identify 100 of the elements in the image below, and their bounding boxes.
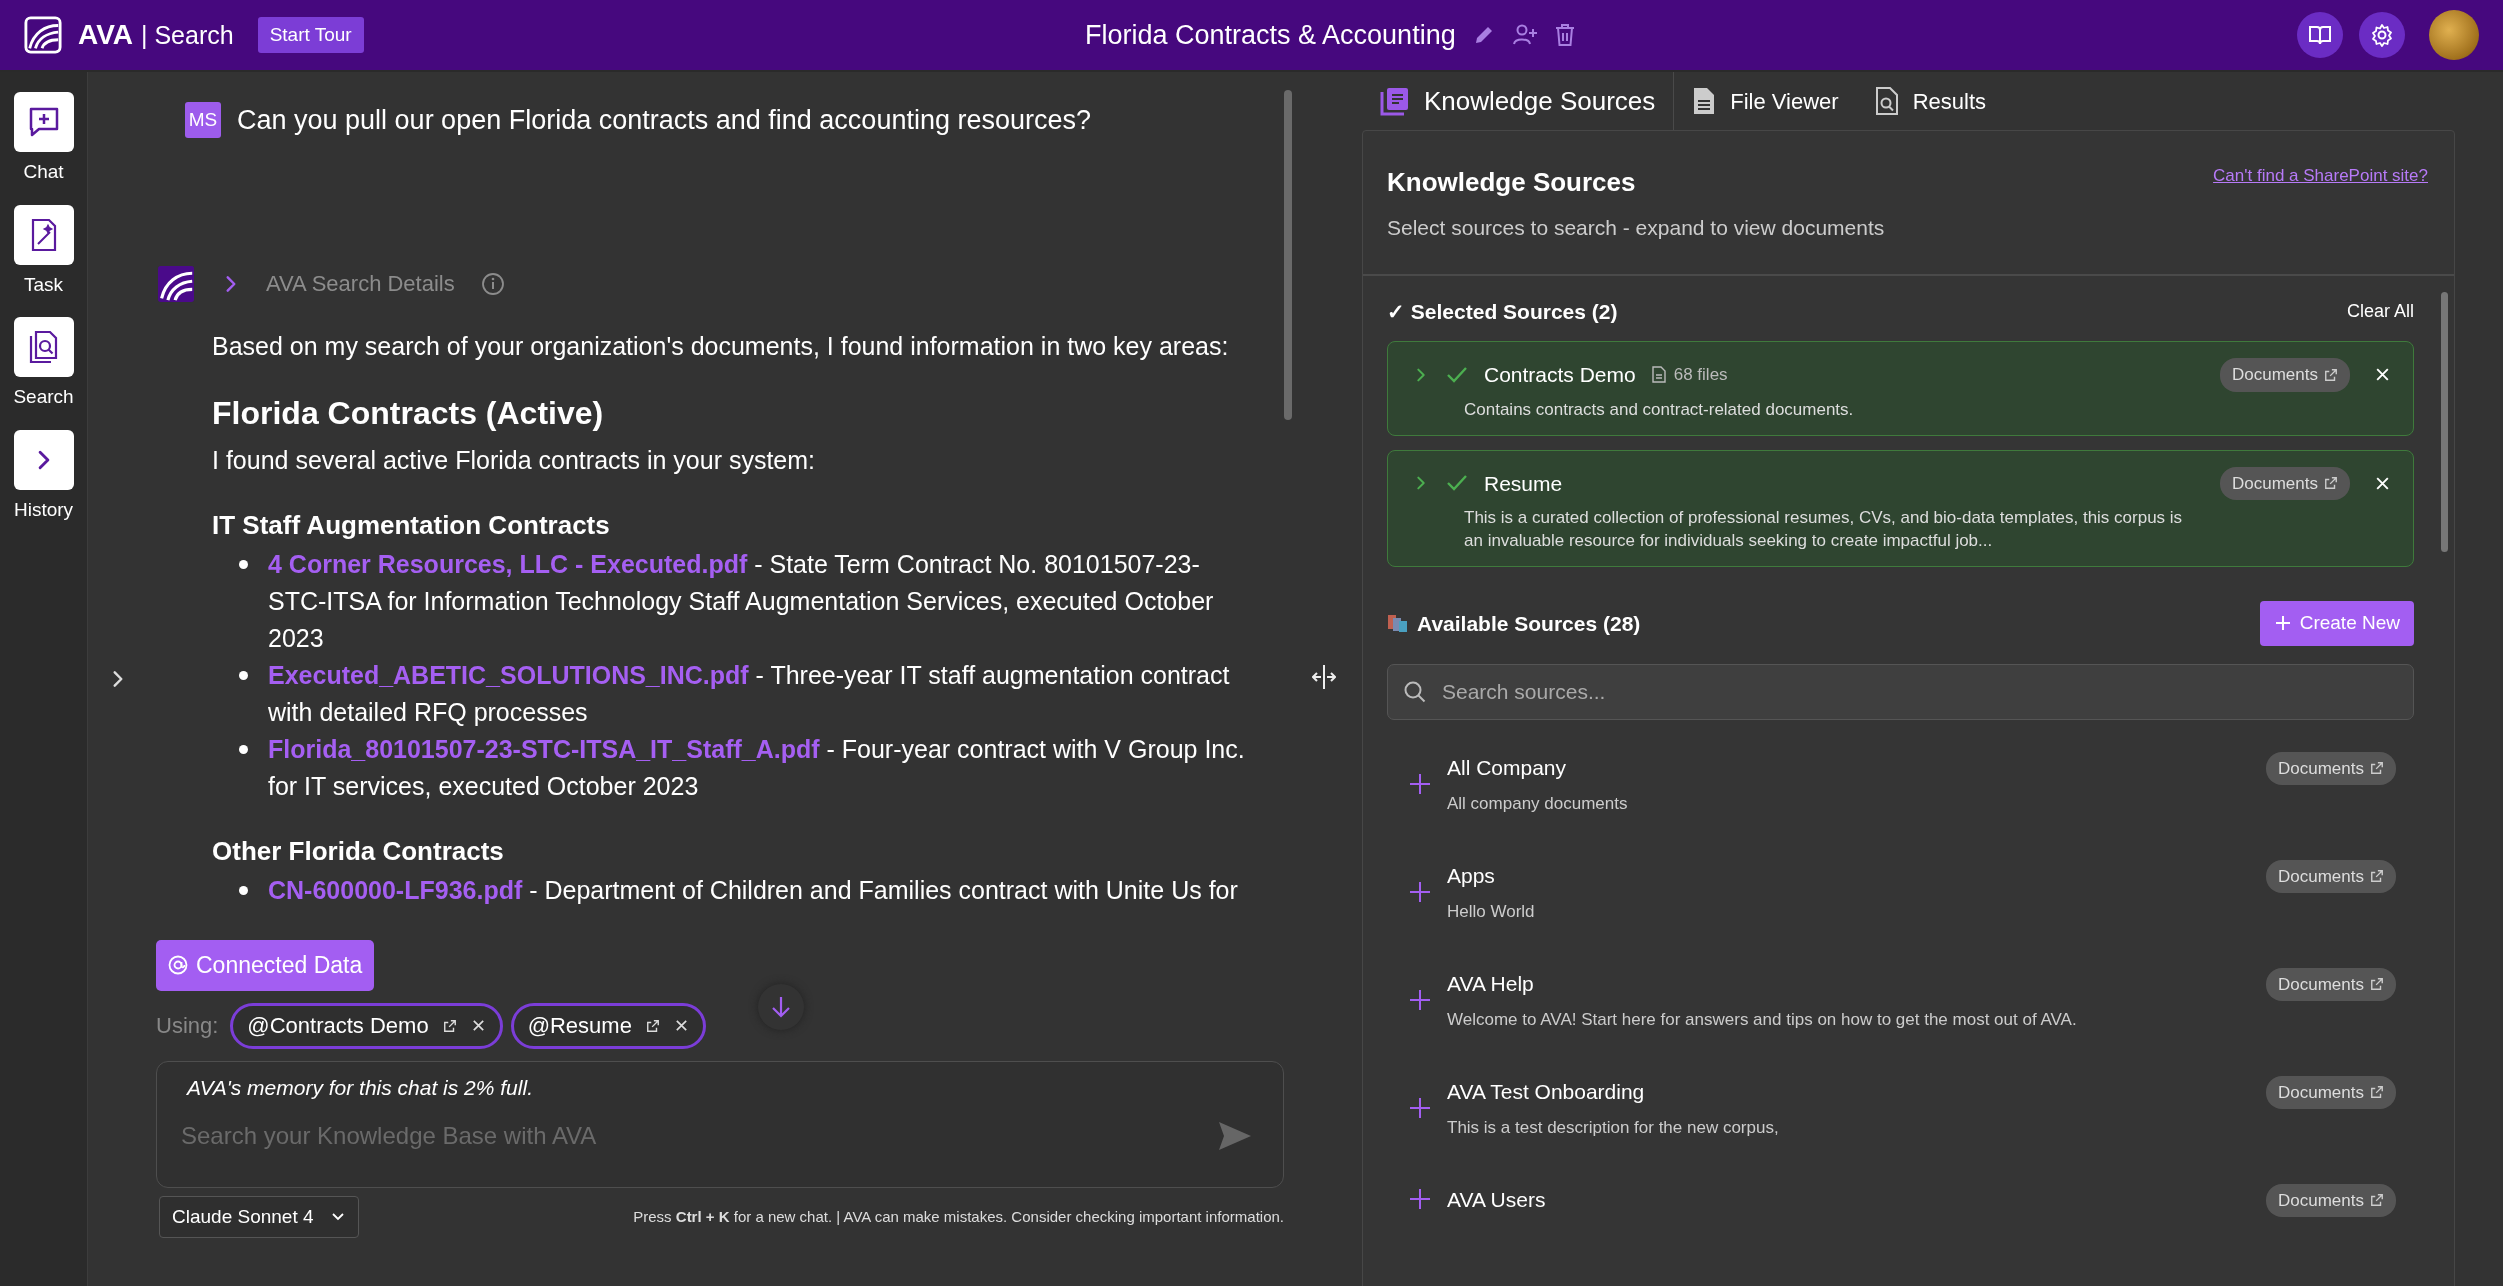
section-heading: ✓ Selected Sources (2) [1387,298,1618,325]
start-tour-button[interactable]: Start Tour [257,16,364,54]
external-link-icon [2370,761,2384,776]
trash-icon[interactable] [1553,23,1576,47]
nav-label: Search [13,385,74,409]
chat-input-field[interactable]: Search your Knowledge Base with AVA [179,1117,1179,1155]
open-book-icon [2308,24,2332,46]
scrollbar-thumb[interactable] [1284,90,1292,420]
search-nav-button[interactable] [13,317,74,377]
document-icon [1692,86,1717,116]
documents-link[interactable]: Documents [2220,466,2350,500]
search-details-toggle[interactable]: AVA Search Details [220,267,455,300]
document-link[interactable]: CN-600000-LF936.pdf [268,875,523,904]
plus-icon [1409,989,1431,1011]
using-label: Using: [156,1012,219,1040]
plus-icon [1409,881,1431,903]
logo-icon [24,16,62,54]
bullet-icon [239,744,248,754]
file-count: 68 files [1673,364,1728,386]
documents-link[interactable]: Documents [2266,751,2396,785]
settings-icon [2370,23,2394,47]
search-icon [1403,679,1427,704]
panel-title: Knowledge Sources [1387,166,1637,199]
plus-icon [2273,614,2292,633]
source-name: All Company [1447,754,1568,781]
documents-link[interactable]: Documents [2266,1183,2396,1217]
sharepoint-link[interactable]: Can't find a SharePoint site? [2213,163,2428,244]
section-name: | Search [140,20,234,51]
history-nav-button[interactable] [13,429,74,490]
footer-note: Press Ctrl + K for a new chat. | AVA can make mistakes. Consider checking important information. [633,1206,1284,1227]
source-name: Contracts Demo [1484,362,1636,388]
arrow-down-icon [770,995,792,1019]
plus-icon [1409,773,1431,795]
source-name: AVA Test Onboarding [1447,1078,1646,1105]
user-avatar: MS [185,102,221,139]
scrollbar-thumb[interactable] [2441,291,2448,552]
file-icon [1651,366,1666,384]
external-link-icon [2370,1193,2384,1208]
document-link[interactable]: 4 Corner Resources, LLC - Executed.pdf [268,549,748,578]
chat-title: Florida Contracts & Accounting [1085,18,1456,52]
panel-subtitle: Select sources to search - expand to view documents [1387,215,1885,241]
source-chip[interactable]: @Contracts Demo [230,1002,503,1049]
source-description: Contains contracts and contract-related documents. [1464,398,1855,421]
source-description: This is a curated collection of professional resumes, CVs, and bio-data templates, this corpus is an invaluable resource for individuals seeking to create impactful job... [1464,507,2184,552]
documents-link[interactable]: Documents [2220,358,2350,392]
book-list-icon [1380,86,1410,116]
external-link-icon [2370,977,2384,992]
source-description: All company documents [1447,793,1628,815]
scroll-down-button[interactable] [758,984,804,1030]
create-new-button[interactable]: Create New [2259,601,2414,646]
bullet-icon [239,885,248,895]
documents-link[interactable]: Documents [2266,859,2396,893]
plus-icon [1409,1188,1431,1211]
source-description: This is a test description for the new corpus, [1447,1117,1779,1139]
books-icon [1387,613,1409,634]
close-icon [673,1018,689,1033]
panel-tab[interactable]: File Viewer [1674,72,1857,130]
external-link-icon [2324,367,2338,382]
info-icon[interactable] [480,271,505,296]
panel-tab[interactable]: Results [1856,72,2005,130]
external-link-icon [645,1018,660,1033]
answer-subheading: IT Staff Augmentation Contracts [212,508,611,542]
model-dropdown[interactable]: Claude Sonnet 4 [159,1195,359,1238]
document-search-icon [27,330,60,364]
close-icon [470,1018,486,1033]
settings-button[interactable] [2359,12,2405,58]
document-link[interactable]: Florida_80101507-23-STC-ITSA_IT_Staff_A.pdf [268,734,820,763]
task-nav-button[interactable] [13,204,74,265]
book-toggle-button[interactable] [2297,12,2343,58]
documents-link[interactable]: Documents [2266,1075,2396,1109]
add-user-icon[interactable] [1511,23,1538,47]
chat-nav-button[interactable] [13,92,74,152]
nav-label: Chat [23,160,64,184]
clear-all-button[interactable]: Clear All [2346,297,2414,325]
source-name: AVA Users [1447,1186,1546,1213]
check-icon [1446,474,1468,493]
bullet-icon [239,670,248,680]
search-sources-field[interactable]: Search sources... [1387,663,2414,720]
list-item-text: Executed_ABETIC_SOLUTIONS_INC.pdf - Three-year IT staff augmentation contract with detailed RFQ processes [268,659,1231,728]
source-description: Welcome to AVA! Start here for answers and tips on how to get the most out of AVA. [1447,1009,2077,1031]
source-description: Hello World [1447,901,1535,923]
user-message: Can you pull our open Florida contracts and find accounting resources? [237,104,1091,137]
app-name: AVA [78,18,133,52]
connected-data-button[interactable]: Connected Data [156,940,375,991]
resize-handle-icon[interactable] [1312,664,1336,690]
answer-paragraph: Based on my search of your organization's documents, I found information in two key areas: [212,330,1230,362]
documents-link[interactable]: Documents [2266,967,2396,1001]
bullet-icon [239,559,248,569]
at-sign-icon [168,955,188,976]
answer-heading: Florida Contracts (Active) [212,394,605,432]
nav-label: History [13,497,74,522]
external-link-icon [2370,869,2384,884]
section-heading: Available Sources (28) [1417,610,1641,637]
chat-input-box[interactable]: AVA's memory for this chat is 2% full. Search your Knowledge Base with AVA [156,1060,1284,1188]
send-icon[interactable] [1217,1120,1253,1152]
external-link-icon [2324,476,2338,491]
document-link[interactable]: Executed_ABETIC_SOLUTIONS_INC.pdf [268,660,749,689]
answer-paragraph: I found several active Florida contracts in your system: [212,444,817,476]
source-chip[interactable]: @Resume [510,1002,706,1049]
avatar[interactable] [2429,10,2479,60]
